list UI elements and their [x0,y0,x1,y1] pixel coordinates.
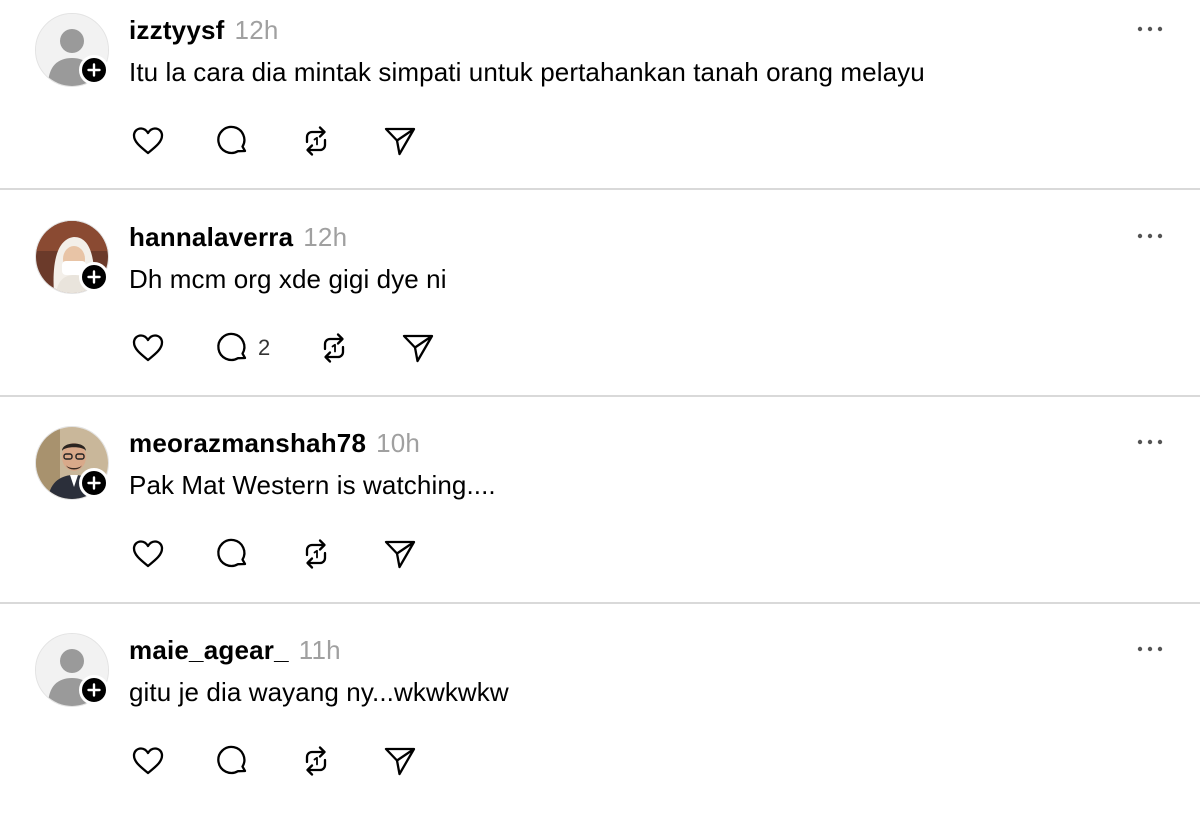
action-bar: 2 [128,328,482,368]
reply-post: hannalaverra 12h Dh mcm org xde gigi dye … [0,200,1200,406]
comment-icon [217,125,247,155]
heart-icon [132,747,164,775]
action-bar [128,534,464,574]
comment-icon [217,538,247,568]
follow-button[interactable] [79,468,109,498]
more-options-button[interactable] [1130,635,1170,663]
heart-icon [132,334,164,362]
heart-icon [132,127,164,155]
comment-icon [217,745,247,775]
more-icon [1137,439,1163,445]
avatar-container[interactable] [35,220,109,294]
share-button[interactable] [380,121,420,161]
more-icon [1137,646,1163,652]
reply-button[interactable]: 2 [212,328,270,368]
more-options-button[interactable] [1130,428,1170,456]
post-header: maie_agear_ 11h [129,635,341,666]
plus-icon [87,63,101,77]
follow-button[interactable] [79,55,109,85]
repost-icon [305,746,327,776]
follow-button[interactable] [79,262,109,292]
reply-button[interactable] [212,534,252,574]
repost-button[interactable] [296,741,336,781]
share-button[interactable] [380,741,420,781]
heart-icon [132,540,164,568]
action-bar [128,121,464,161]
plus-icon [87,270,101,284]
plus-icon [87,476,101,490]
avatar-container[interactable] [35,426,109,500]
more-icon [1137,233,1163,239]
repost-icon [305,539,327,569]
send-icon [384,540,416,569]
repost-button[interactable] [314,328,354,368]
post-divider [0,395,1200,397]
username-link[interactable]: hannalaverra [129,222,293,252]
send-icon [403,334,434,363]
avatar-container[interactable] [35,633,109,707]
repost-button[interactable] [296,534,336,574]
reply-button[interactable] [212,741,252,781]
send-icon [384,747,416,776]
post-header: hannalaverra 12h [129,222,347,253]
more-icon [1137,26,1163,32]
timestamp[interactable]: 12h [235,15,279,45]
username-link[interactable]: maie_agear_ [129,635,289,665]
thread-replies-feed: izztyysf 12h Itu la cara dia mintak simpa… [0,0,1200,796]
share-button[interactable] [380,534,420,574]
post-text: Dh mcm org xde gigi dye ni [129,264,447,294]
repost-icon [324,333,345,363]
repost-icon [305,126,327,156]
post-text: Itu la cara dia mintak simpati untuk per… [129,57,925,87]
username-link[interactable]: izztyysf [129,15,225,45]
post-divider [0,188,1200,190]
send-icon [384,127,416,156]
reply-post: meorazmanshah78 10h Pak Mat Western is wa… [0,406,1200,612]
follow-button[interactable] [79,675,109,705]
comment-icon [217,332,247,362]
reply-post: izztyysf 12h Itu la cara dia mintak simpa… [0,0,1200,199]
more-options-button[interactable] [1130,15,1170,43]
like-button[interactable] [128,121,168,161]
like-button[interactable] [128,534,168,574]
username-link[interactable]: meorazmanshah78 [129,428,366,458]
reply-count: 2 [258,335,271,360]
timestamp[interactable]: 12h [303,222,347,252]
share-button[interactable] [398,328,438,368]
post-header: izztyysf 12h [129,15,279,46]
post-text: Pak Mat Western is watching.... [129,470,496,500]
post-divider [0,602,1200,604]
post-text: gitu je dia wayang ny...wkwkwkw [129,677,509,707]
repost-button[interactable] [296,121,336,161]
timestamp[interactable]: 10h [376,428,420,458]
like-button[interactable] [128,741,168,781]
action-bar [128,741,464,781]
plus-icon [87,683,101,697]
reply-post: maie_agear_ 11h gitu je dia wayang ny...w… [0,613,1200,819]
like-button[interactable] [128,328,168,368]
avatar-container[interactable] [35,13,109,87]
post-header: meorazmanshah78 10h [129,428,420,459]
reply-button[interactable] [212,121,252,161]
more-options-button[interactable] [1130,222,1170,250]
timestamp[interactable]: 11h [299,635,341,665]
